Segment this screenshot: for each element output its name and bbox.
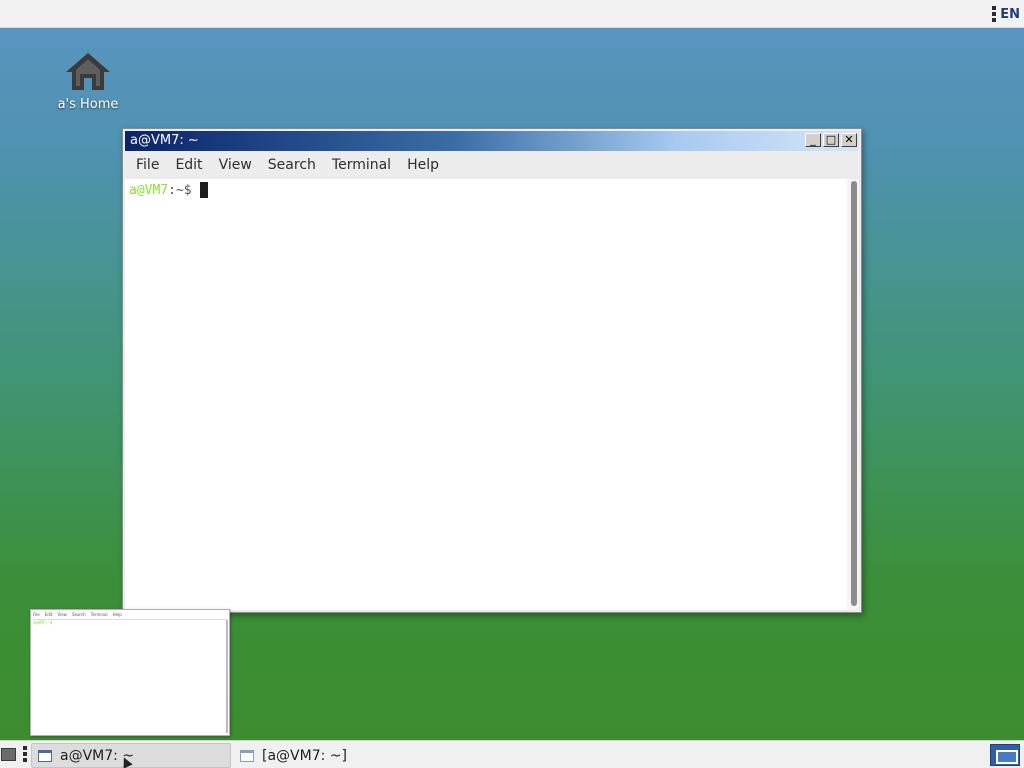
terminal-area[interactable]: a@VM7:~$: [125, 179, 847, 610]
menu-help[interactable]: Help: [405, 157, 447, 173]
top-panel: EN: [0, 0, 1024, 28]
taskbar-handle-icon[interactable]: [23, 746, 27, 764]
scrollbar-thumb[interactable]: [851, 181, 857, 606]
top-panel-tray: EN: [992, 5, 1020, 23]
window-titlebar[interactable]: a@VM7: ~ _ □ ✕: [125, 131, 859, 151]
menu-edit[interactable]: Edit: [173, 157, 210, 173]
window-title: a@VM7: ~: [130, 133, 199, 148]
preview-menu-item: Help: [112, 612, 122, 617]
keyboard-layout-indicator[interactable]: EN: [1000, 7, 1020, 22]
shell-prompt: a@VM7:~$: [129, 182, 208, 198]
home-icon-label: a's Home: [57, 97, 119, 112]
window-controls: _ □ ✕: [805, 133, 857, 147]
menu-bar: File Edit View Search Terminal Help: [125, 153, 859, 177]
workspace-switcher-icon[interactable]: [990, 744, 1020, 766]
window-icon: [240, 749, 254, 762]
preview-menu-item: Terminal: [90, 612, 108, 617]
menu-view[interactable]: View: [217, 157, 260, 173]
menu-file[interactable]: File: [134, 157, 167, 173]
preview-menu-item: Search: [71, 612, 86, 617]
terminal-window: a@VM7: ~ _ □ ✕ File Edit View Search Ter…: [122, 128, 862, 613]
show-desktop-icon[interactable]: [1, 748, 16, 761]
prompt-path: :~$: [168, 182, 192, 198]
preview-menu-item: File: [33, 612, 40, 617]
menu-search[interactable]: Search: [266, 157, 324, 173]
desktop-home-icon[interactable]: a's Home: [48, 50, 128, 120]
panel-handle-icon[interactable]: [992, 6, 997, 22]
home-icon: [66, 53, 110, 90]
text-cursor: [199, 182, 208, 198]
preview-prompt: a@VM7:~$: [33, 620, 53, 625]
prompt-user: a@VM7: [129, 182, 169, 198]
preview-menu: File Edit View Search Terminal Help: [33, 612, 122, 617]
window-icon: [38, 749, 52, 762]
preview-scrollbar: [226, 620, 228, 733]
task-label: [a@VM7: ~]: [262, 747, 347, 764]
window-preview[interactable]: File Edit View Search Terminal Help a@VM…: [30, 609, 230, 736]
preview-menu-item: View: [57, 612, 67, 617]
preview-divider: [33, 619, 227, 620]
taskbar: a@VM7: ~ [a@VM7: ~]: [0, 740, 1024, 768]
menu-terminal[interactable]: Terminal: [330, 157, 399, 173]
close-button[interactable]: ✕: [841, 133, 857, 147]
minimize-button[interactable]: _: [805, 133, 821, 147]
preview-menu-item: Edit: [44, 612, 53, 617]
taskbar-task[interactable]: [a@VM7: ~]: [234, 743, 434, 768]
maximize-button[interactable]: □: [823, 133, 839, 147]
